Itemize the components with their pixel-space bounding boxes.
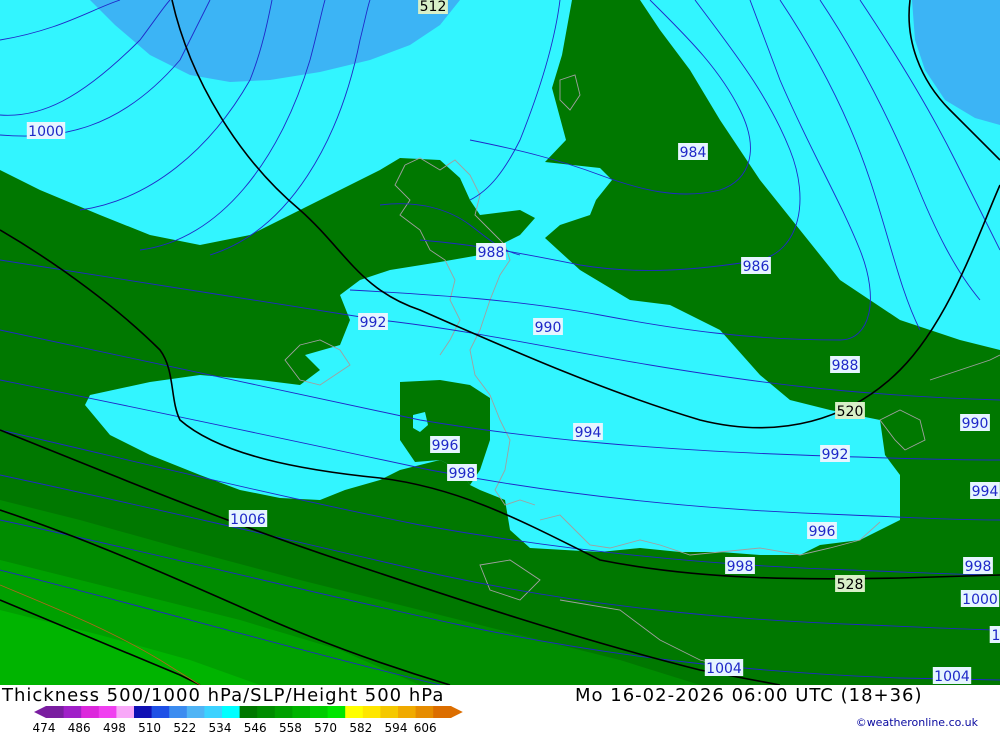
pressure-label: 988 (832, 358, 859, 374)
legend-swatch (81, 706, 100, 718)
legend-swatch (415, 706, 434, 718)
pressure-label: 1004 (706, 661, 742, 677)
contour-label: 996 (807, 522, 837, 540)
pressure-label: 986 (743, 259, 770, 275)
color-legend: 474 486 498 510 522 534 546 558 570 582 594 606 (33, 706, 463, 735)
contour-label: 1006 (228, 510, 268, 528)
contour-label: 1004 (704, 659, 744, 677)
legend-swatch (222, 706, 241, 718)
pressure-label: 990 (535, 320, 562, 336)
legend-swatch (98, 706, 117, 718)
forecast-valid-time: Mo 16-02-2026 06:00 UTC (18+36) (575, 685, 923, 706)
pressure-label: 996 (809, 524, 836, 540)
legend-swatch (362, 706, 381, 718)
contour-label: 520 (835, 402, 865, 420)
contour-label: 1 (989, 626, 1000, 644)
legend-swatch (134, 706, 153, 718)
legend-swatch (151, 706, 170, 718)
legend-swatches (34, 706, 463, 718)
contour-label: 998 (963, 557, 993, 575)
legend-swatch (345, 706, 364, 718)
height-label: 512 (420, 0, 447, 15)
contour-label: 1004 (932, 667, 972, 685)
contour-label: 986 (741, 257, 771, 275)
legend-swatch (63, 706, 82, 718)
pressure-label: 1004 (934, 669, 970, 685)
height-label: 520 (837, 404, 864, 420)
pressure-label: 990 (962, 416, 989, 432)
legend-swatch (239, 706, 258, 718)
legend-swatch (310, 706, 329, 718)
weather-map: 512 1000 984 988 986 992 990 988 520 990 994 996 992… (0, 0, 1000, 685)
pressure-label: 1006 (230, 512, 266, 528)
contour-label: 992 (820, 445, 850, 463)
contour-label: 512 (418, 0, 448, 15)
contour-label: 990 (533, 318, 563, 336)
legend-swatch (433, 706, 452, 718)
legend-arrow-right (450, 706, 463, 718)
pressure-label: 998 (965, 559, 992, 575)
legend-swatch (380, 706, 399, 718)
contour-label: 1000 (960, 590, 1000, 608)
pressure-label: 992 (822, 447, 849, 463)
legend-swatch (46, 706, 65, 718)
legend-swatch (274, 706, 293, 718)
pressure-label: 1000 (28, 124, 64, 140)
contour-label: 990 (960, 414, 990, 432)
contour-label: 988 (476, 243, 506, 261)
pressure-label: 988 (478, 245, 505, 261)
pressure-label: 994 (972, 484, 999, 500)
credit-text: ©weatheronline.co.uk (855, 716, 978, 729)
contour-label: 528 (835, 575, 865, 593)
legend-arrow-left (34, 706, 46, 718)
contour-label: 984 (678, 143, 708, 161)
contour-label: 998 (447, 464, 477, 482)
pressure-label: 1000 (962, 592, 998, 608)
pressure-label: 1 (992, 628, 1000, 644)
pressure-label: 994 (575, 425, 602, 441)
legend-swatch (257, 706, 276, 718)
contour-label: 992 (358, 313, 388, 331)
pressure-label: 984 (680, 145, 707, 161)
legend-swatch (116, 706, 135, 718)
contour-label: 988 (830, 356, 860, 374)
footer: Thickness 500/1000 hPa/SLP/Height 500 hP… (0, 685, 1000, 735)
legend-swatch (169, 706, 188, 718)
legend-swatch (186, 706, 205, 718)
contour-label: 1000 (26, 122, 66, 140)
contour-label: 998 (725, 557, 755, 575)
legend-swatch (327, 706, 346, 718)
legend-swatch (204, 706, 223, 718)
pressure-label: 998 (727, 559, 754, 575)
contour-label: 994 (573, 423, 603, 441)
legend-swatch (292, 706, 311, 718)
height-label: 528 (837, 577, 864, 593)
contour-label: 996 (430, 436, 460, 454)
pressure-label: 998 (449, 466, 476, 482)
map-title: Thickness 500/1000 hPa/SLP/Height 500 hP… (2, 685, 445, 706)
contour-label: 994 (970, 482, 1000, 500)
legend-swatch (398, 706, 417, 718)
pressure-label: 996 (432, 438, 459, 454)
pressure-label: 992 (360, 315, 387, 331)
